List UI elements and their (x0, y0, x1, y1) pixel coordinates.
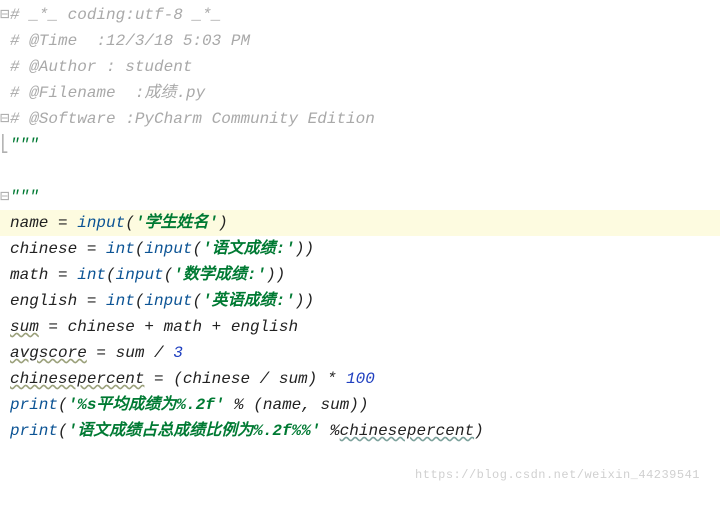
string-literal: '%s平均成绩为%.2f' (68, 396, 225, 414)
comment: # @Author : student (10, 58, 192, 76)
code-line[interactable]: print('语文成绩占总成绩比例为%.2f%%' %chinesepercen… (0, 418, 720, 496)
paren: ( (192, 240, 202, 258)
comment: # @Software :PyCharm Community Edition (10, 110, 375, 128)
expression: = (chinese / sum) * (144, 370, 346, 388)
builtin-input: input (144, 240, 192, 258)
code-line[interactable]: # @Author : student (0, 54, 720, 80)
expression: % (name, sum)) (224, 396, 368, 414)
paren: ( (135, 240, 145, 258)
expression: = chinese + math + english (39, 318, 298, 336)
paren: )) (266, 266, 285, 284)
variable-warning: chinesepercent (340, 422, 474, 440)
comment: # @Filename :成绩.py (10, 84, 205, 102)
code-line[interactable]: math = int(input('数学成绩:')) (0, 262, 720, 288)
gutter (0, 288, 10, 314)
paren: ( (125, 214, 135, 232)
code-line[interactable]: ⊟""" (0, 184, 720, 210)
code-line[interactable]: chinese = int(input('语文成绩:')) (0, 236, 720, 262)
number-literal: 3 (173, 344, 183, 362)
gutter (0, 366, 10, 392)
gutter (0, 392, 10, 418)
code-line[interactable]: ⊟# _*_ coding:utf-8 _*_ (0, 2, 720, 28)
string-literal: '语文成绩占总成绩比例为%.2f%%' (68, 422, 321, 440)
expression: = sum / (87, 344, 173, 362)
string-literal: '语文成绩:' (202, 240, 295, 258)
operator: % (320, 422, 339, 440)
builtin-int: int (106, 292, 135, 310)
paren: ( (58, 422, 68, 440)
comment: # @Time :12/3/18 5:03 PM (10, 32, 250, 50)
builtin-input: input (144, 292, 192, 310)
code-line[interactable]: # @Time :12/3/18 5:03 PM (0, 28, 720, 54)
gutter-fold-icon[interactable]: ⊟ (0, 184, 10, 210)
builtin-input: input (116, 266, 164, 284)
paren: ( (192, 292, 202, 310)
paren: ( (164, 266, 174, 284)
gutter (0, 340, 10, 366)
gutter (0, 314, 10, 340)
gutter (0, 262, 10, 288)
code-line[interactable]: ⎣""" (0, 132, 720, 158)
code-line[interactable]: sum = chinese + math + english (0, 314, 720, 340)
paren: ( (106, 266, 116, 284)
code-line[interactable]: avgscore = sum / 3 (0, 340, 720, 366)
code-line-blank[interactable] (0, 158, 720, 184)
code-line[interactable]: english = int(input('英语成绩:')) (0, 288, 720, 314)
builtin-int: int (77, 266, 106, 284)
builtin-int: int (106, 240, 135, 258)
gutter (0, 28, 10, 54)
code-line[interactable]: ⊟# @Software :PyCharm Community Edition (0, 106, 720, 132)
gutter (0, 158, 10, 184)
string-literal: '数学成绩:' (173, 266, 266, 284)
docstring-quote: """ (10, 136, 39, 154)
code-line[interactable]: chinesepercent = (chinese / sum) * 100 (0, 366, 720, 392)
assignment: math = (10, 266, 77, 284)
builtin-input: input (77, 214, 125, 232)
gutter (0, 210, 10, 236)
watermark-text: https://blog.csdn.net/weixin_44239541 (415, 462, 700, 488)
code-editor[interactable]: ⊟# _*_ coding:utf-8 _*_ # @Time :12/3/18… (0, 0, 720, 496)
assignment: name = (10, 214, 77, 232)
docstring-quote: """ (10, 188, 39, 206)
paren: ) (474, 422, 484, 440)
string-literal: '英语成绩:' (202, 292, 295, 310)
code-line[interactable]: print('%s平均成绩为%.2f' % (name, sum)) (0, 392, 720, 418)
builtin-print: print (10, 396, 58, 414)
assignment: chinese = (10, 240, 106, 258)
assignment: english = (10, 292, 106, 310)
builtin-print: print (10, 422, 58, 440)
gutter (0, 54, 10, 80)
paren: ( (58, 396, 68, 414)
paren: )) (295, 240, 314, 258)
string-literal: '学生姓名' (135, 214, 218, 232)
variable-shadow-warning: sum (10, 318, 39, 336)
code-line[interactable]: # @Filename :成绩.py (0, 80, 720, 106)
variable-warning: chinesepercent (10, 370, 144, 388)
gutter (0, 236, 10, 262)
gutter (0, 80, 10, 106)
gutter-fold-icon[interactable]: ⊟ (0, 2, 10, 28)
gutter-fold-icon[interactable]: ⊟ (0, 106, 10, 132)
gutter (0, 418, 10, 444)
paren: ( (135, 292, 145, 310)
code-line-highlighted[interactable]: name = input('学生姓名') (0, 210, 720, 236)
comment: # _*_ coding:utf-8 _*_ (10, 6, 221, 24)
number-literal: 100 (346, 370, 375, 388)
gutter-branch-icon: ⎣ (0, 132, 10, 158)
paren: ) (218, 214, 228, 232)
variable-warning: avgscore (10, 344, 87, 362)
paren: )) (295, 292, 314, 310)
